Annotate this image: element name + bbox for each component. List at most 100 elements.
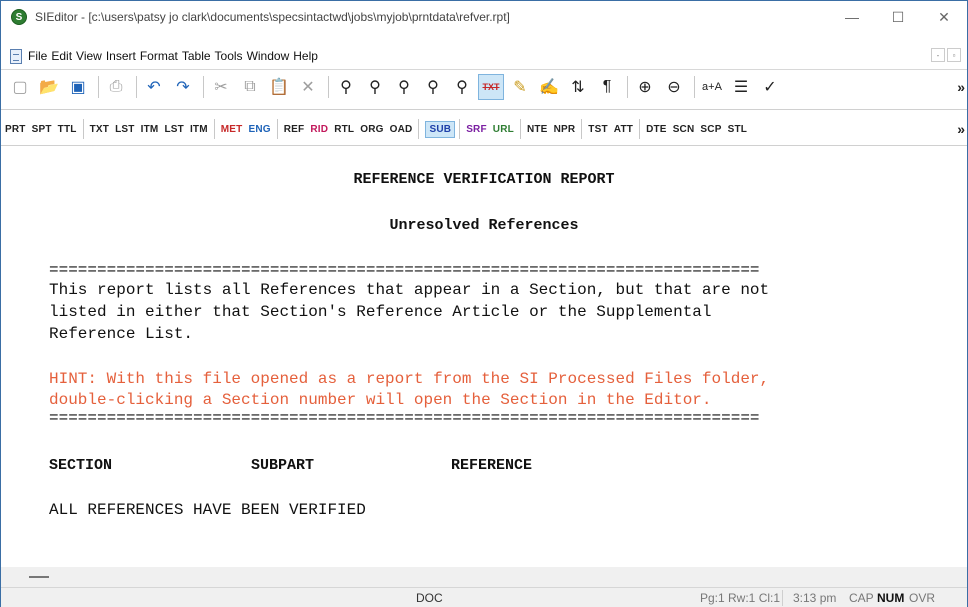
intro-line-3: Reference List.	[49, 325, 194, 343]
tag-button-lst[interactable]: LST	[115, 124, 135, 135]
copy-icon[interactable]: ⧉	[237, 74, 263, 100]
maximize-button[interactable]: ☐	[875, 1, 921, 33]
save-icon[interactable]: ▣	[65, 74, 91, 100]
status-time: 3:13 pm	[793, 591, 837, 605]
tag-button-itm[interactable]: ITM	[141, 124, 159, 135]
toolbar-divider	[276, 119, 278, 139]
status-cursor-position: Pg:1 Rw:1 Cl:1	[700, 591, 781, 605]
tag-button-url[interactable]: URL	[493, 124, 514, 135]
separator-line: ========================================…	[49, 409, 760, 427]
mdi-restore-button[interactable]: ▫	[947, 48, 961, 62]
tag-button-tst[interactable]: TST	[588, 124, 608, 135]
toolbar-divider	[459, 119, 461, 139]
verification-result: ALL REFERENCES HAVE BEEN VERIFIED	[49, 501, 366, 519]
tag-button-txt[interactable]: TXT	[90, 124, 110, 135]
tag-toolbar: PRT SPT TTL TXT LST ITM LST ITM MET ENG …	[1, 117, 967, 141]
spell-check-icon[interactable]: ✓	[757, 74, 783, 100]
tag-button-ttl[interactable]: TTL	[58, 124, 77, 135]
tag-button-rid[interactable]: RID	[310, 124, 328, 135]
txt-compare-icon[interactable]: ⇅	[565, 74, 591, 100]
report-title: REFERENCE VERIFICATION REPORT	[353, 171, 615, 188]
tag-toolbar-overflow-icon[interactable]: »	[957, 121, 965, 137]
paste-icon[interactable]: 📋	[266, 74, 292, 100]
menu-tools[interactable]: Tools	[215, 49, 246, 63]
toolbar-overflow-icon[interactable]: »	[957, 79, 965, 95]
document-icon[interactable]	[10, 48, 22, 64]
tag-button-org[interactable]: ORG	[360, 124, 383, 135]
find-prev-icon[interactable]: ⚲	[391, 74, 417, 100]
tag-button-ref[interactable]: REF	[284, 124, 305, 135]
report-document[interactable]: REFERENCE VERIFICATION REPORT Unresolved…	[1, 147, 967, 567]
toolbar-separator	[1, 109, 967, 110]
txt-toggle-icon[interactable]: TXT	[478, 73, 504, 100]
toolbar-divider	[418, 119, 420, 139]
tag-button-scn[interactable]: SCN	[673, 124, 695, 135]
tag-button-eng[interactable]: ENG	[248, 124, 270, 135]
publish-icon[interactable]: ✍	[536, 74, 562, 100]
new-document-icon[interactable]: ▢	[7, 74, 33, 100]
menu-file[interactable]: File	[28, 49, 50, 63]
title-bar: S SIEditor - [c:\users\patsy jo clark\do…	[1, 1, 967, 33]
status-caps-lock: CAP	[849, 591, 874, 605]
tag-button-spt[interactable]: SPT	[32, 124, 52, 135]
open-folder-icon[interactable]: 📂	[36, 74, 62, 100]
menu-view[interactable]: View	[76, 49, 105, 63]
menu-insert[interactable]: Insert	[106, 49, 139, 63]
delete-icon[interactable]: ✕	[295, 74, 321, 100]
tag-button-itm-prev[interactable]: ITM	[190, 124, 208, 135]
menu-edit[interactable]: Edit	[51, 49, 75, 63]
tag-button-sub[interactable]: SUB	[425, 120, 456, 138]
intro-line-1: This report lists all References that ap…	[49, 281, 770, 299]
tag-button-npr[interactable]: NPR	[554, 124, 576, 135]
menu-table[interactable]: Table	[182, 49, 214, 63]
tag-button-dte[interactable]: DTE	[646, 124, 667, 135]
tag-button-oad[interactable]: OAD	[390, 124, 413, 135]
tag-button-srf[interactable]: SRF	[466, 124, 487, 135]
tag-button-lst-prev[interactable]: LST	[164, 124, 184, 135]
tag-button-met[interactable]: MET	[221, 124, 243, 135]
zoom-out-icon[interactable]: ⊖	[661, 74, 687, 100]
find-icon[interactable]: ⚲	[333, 74, 359, 100]
tag-button-stl[interactable]: STL	[728, 124, 748, 135]
find-all-icon[interactable]: ⚲	[449, 74, 475, 100]
close-button[interactable]: ✕	[921, 1, 967, 33]
intro-line-2: listed in either that Section's Referenc…	[49, 303, 712, 321]
hint-line-1: HINT: With this file opened as a report …	[49, 370, 770, 388]
line-spacing-icon[interactable]: ☰	[728, 74, 754, 100]
toolbar-divider	[213, 119, 215, 139]
print-icon[interactable]: ⎙	[103, 74, 129, 100]
editor-window: S SIEditor - [c:\users\patsy jo clark\do…	[0, 0, 968, 607]
scrollbar-thumb[interactable]	[29, 576, 49, 578]
redo-icon[interactable]: ↷	[170, 74, 196, 100]
status-bar: DOC Pg:1 Rw:1 Cl:1 3:13 pm CAP NUM OVR	[1, 587, 967, 607]
window-controls: — ☐ ✕	[829, 1, 967, 33]
zoom-in-icon[interactable]: ⊕	[632, 74, 658, 100]
column-header-subpart: SUBPART	[251, 457, 315, 474]
tag-button-scp[interactable]: SCP	[700, 124, 721, 135]
tag-button-att[interactable]: ATT	[614, 124, 633, 135]
status-num-lock: NUM	[877, 591, 905, 605]
tag-button-prt[interactable]: PRT	[5, 124, 26, 135]
status-divider	[782, 590, 783, 606]
menu-format[interactable]: Format	[140, 49, 181, 63]
minimize-button[interactable]: —	[829, 1, 875, 33]
tag-button-nte[interactable]: NTE	[527, 124, 548, 135]
undo-icon[interactable]: ↶	[141, 74, 167, 100]
find-next-icon[interactable]: ⚲	[362, 74, 388, 100]
toolbar-divider	[328, 75, 329, 98]
column-header-section: SECTION	[49, 457, 113, 474]
case-change-icon[interactable]: a+A	[699, 74, 725, 100]
toolbar-separator	[1, 145, 967, 146]
horizontal-scrollbar[interactable]	[1, 567, 967, 587]
paragraph-marks-icon[interactable]: ¶	[594, 74, 620, 100]
track-changes-icon[interactable]: ✎	[507, 74, 533, 100]
menu-window[interactable]: Window	[247, 49, 293, 63]
toolbar-divider	[581, 119, 583, 139]
find-tag-icon[interactable]: ⚲	[420, 74, 446, 100]
mdi-minimize-button[interactable]: -	[931, 48, 945, 62]
tag-button-rtl[interactable]: RTL	[334, 124, 354, 135]
menu-help[interactable]: Help	[293, 49, 321, 63]
menu-bar: File Edit View Insert Format Table Tools…	[1, 45, 967, 67]
status-overwrite: OVR	[909, 591, 936, 605]
cut-icon[interactable]: ✂	[208, 74, 234, 100]
